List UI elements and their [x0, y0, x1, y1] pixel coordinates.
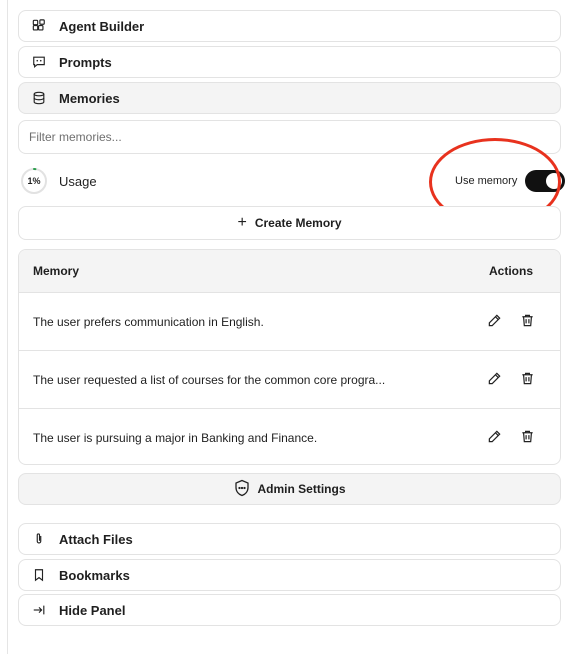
filter-memories-input[interactable] — [18, 120, 561, 154]
plus-icon: + — [237, 214, 247, 231]
table-header: Memory Actions — [19, 250, 560, 293]
nav-item-attach-files[interactable]: Attach Files — [18, 523, 561, 555]
nav-item-label: Agent Builder — [59, 18, 145, 34]
memory-table: Memory Actions The user prefers communic… — [18, 249, 561, 465]
toggle-knob — [546, 173, 563, 189]
usage-label: Usage — [59, 173, 97, 189]
header-memory: Memory — [33, 264, 80, 278]
panel-left-border — [7, 0, 8, 654]
agent-builder-icon — [31, 18, 47, 34]
use-memory-control: Use memory — [455, 168, 566, 194]
admin-settings-label: Admin Settings — [257, 482, 346, 496]
use-memory-toggle[interactable] — [525, 170, 566, 192]
table-row: The user prefers communication in Englis… — [19, 293, 560, 351]
edit-pencil-icon[interactable] — [487, 429, 502, 447]
trash-icon[interactable] — [520, 371, 535, 389]
table-row: The user is pursuing a major in Banking … — [19, 409, 560, 464]
nav-item-agent-builder[interactable]: Agent Builder — [18, 10, 561, 42]
nav-item-hide-panel[interactable]: Hide Panel — [18, 594, 561, 626]
hide-panel-icon — [31, 602, 47, 618]
header-actions: Actions — [488, 264, 533, 278]
nav-item-prompts[interactable]: Prompts — [18, 46, 561, 78]
nav-item-bookmarks[interactable]: Bookmarks — [18, 559, 561, 591]
trash-icon[interactable] — [520, 313, 535, 331]
nav-item-label: Memories — [59, 90, 120, 106]
memory-text: The user prefers communication in Englis… — [33, 314, 264, 329]
edit-pencil-icon[interactable] — [487, 313, 502, 331]
usage-indicator: 1% Usage — [20, 166, 97, 196]
table-row: The user requested a list of courses for… — [19, 351, 560, 409]
create-memory-button[interactable]: + Create Memory — [18, 206, 561, 240]
database-icon — [31, 90, 47, 106]
nav-item-label: Prompts — [59, 54, 112, 70]
usage-percent: 1% — [27, 176, 41, 186]
nav-item-label: Bookmarks — [59, 567, 130, 583]
memory-text: The user is pursuing a major in Banking … — [33, 431, 318, 445]
create-memory-label: Create Memory — [254, 216, 342, 230]
use-memory-label: Use memory — [455, 175, 518, 187]
memory-text: The user requested a list of courses for… — [33, 372, 386, 387]
usage-ring: 1% — [20, 167, 48, 195]
prompts-icon — [31, 54, 47, 70]
admin-settings-button[interactable]: Admin Settings — [18, 473, 561, 505]
bookmark-icon — [31, 567, 47, 583]
nav-item-label: Hide Panel — [59, 602, 126, 618]
nav-item-label: Attach Files — [59, 531, 133, 547]
paperclip-icon — [31, 531, 47, 547]
edit-pencil-icon[interactable] — [487, 371, 502, 389]
nav-item-memories[interactable]: Memories — [18, 82, 561, 114]
trash-icon[interactable] — [520, 429, 535, 447]
shield-icon — [233, 479, 257, 500]
